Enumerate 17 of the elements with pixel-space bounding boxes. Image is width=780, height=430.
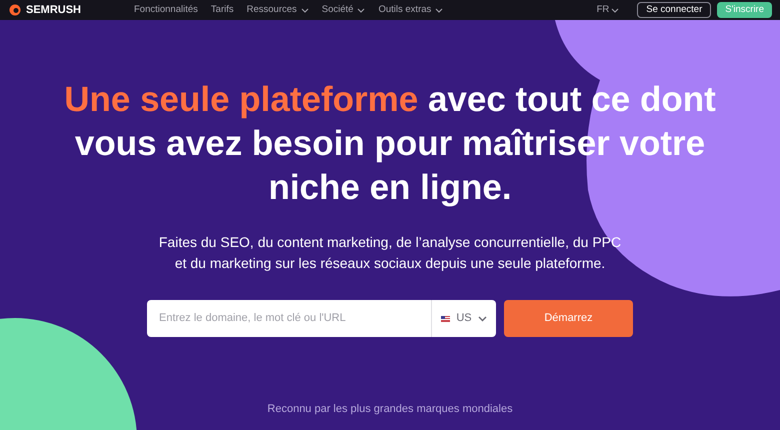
hero-subtitle: Faites du SEO, du content marketing, de l’analyse concurrentielle, du PPC et du marketing sur les réseaux sociaux depuis une seule plateforme. (158, 233, 622, 273)
nav-link[interactable]: Outils extras (378, 2, 444, 18)
chevron-down-icon (611, 8, 620, 12)
nav-link[interactable]: Tarifs (210, 2, 234, 18)
language-selector[interactable]: FR (596, 2, 620, 18)
hero-headline: Une seule plateforme avec tout ce dont vous avez besoin pour maîtriser votre niche en ligne. (63, 79, 717, 209)
nav-link[interactable]: Ressources (246, 2, 309, 18)
trust-text: Reconnu par les plus grandes marques mondiales (267, 402, 513, 417)
nav-link[interactable]: Société (322, 2, 366, 18)
brand-name: SEMRUSH (26, 2, 82, 18)
flag-icon (441, 316, 450, 322)
flame-logo-icon (8, 4, 22, 16)
nav-link[interactable]: Fonctionnalités (134, 2, 198, 18)
chevron-down-icon (478, 316, 487, 322)
login-button[interactable]: Se connecter (637, 2, 712, 18)
country-selector[interactable]: US (431, 300, 496, 337)
search-field[interactable]: Entrez le domaine, le mot clé ou l'URL (147, 300, 431, 337)
